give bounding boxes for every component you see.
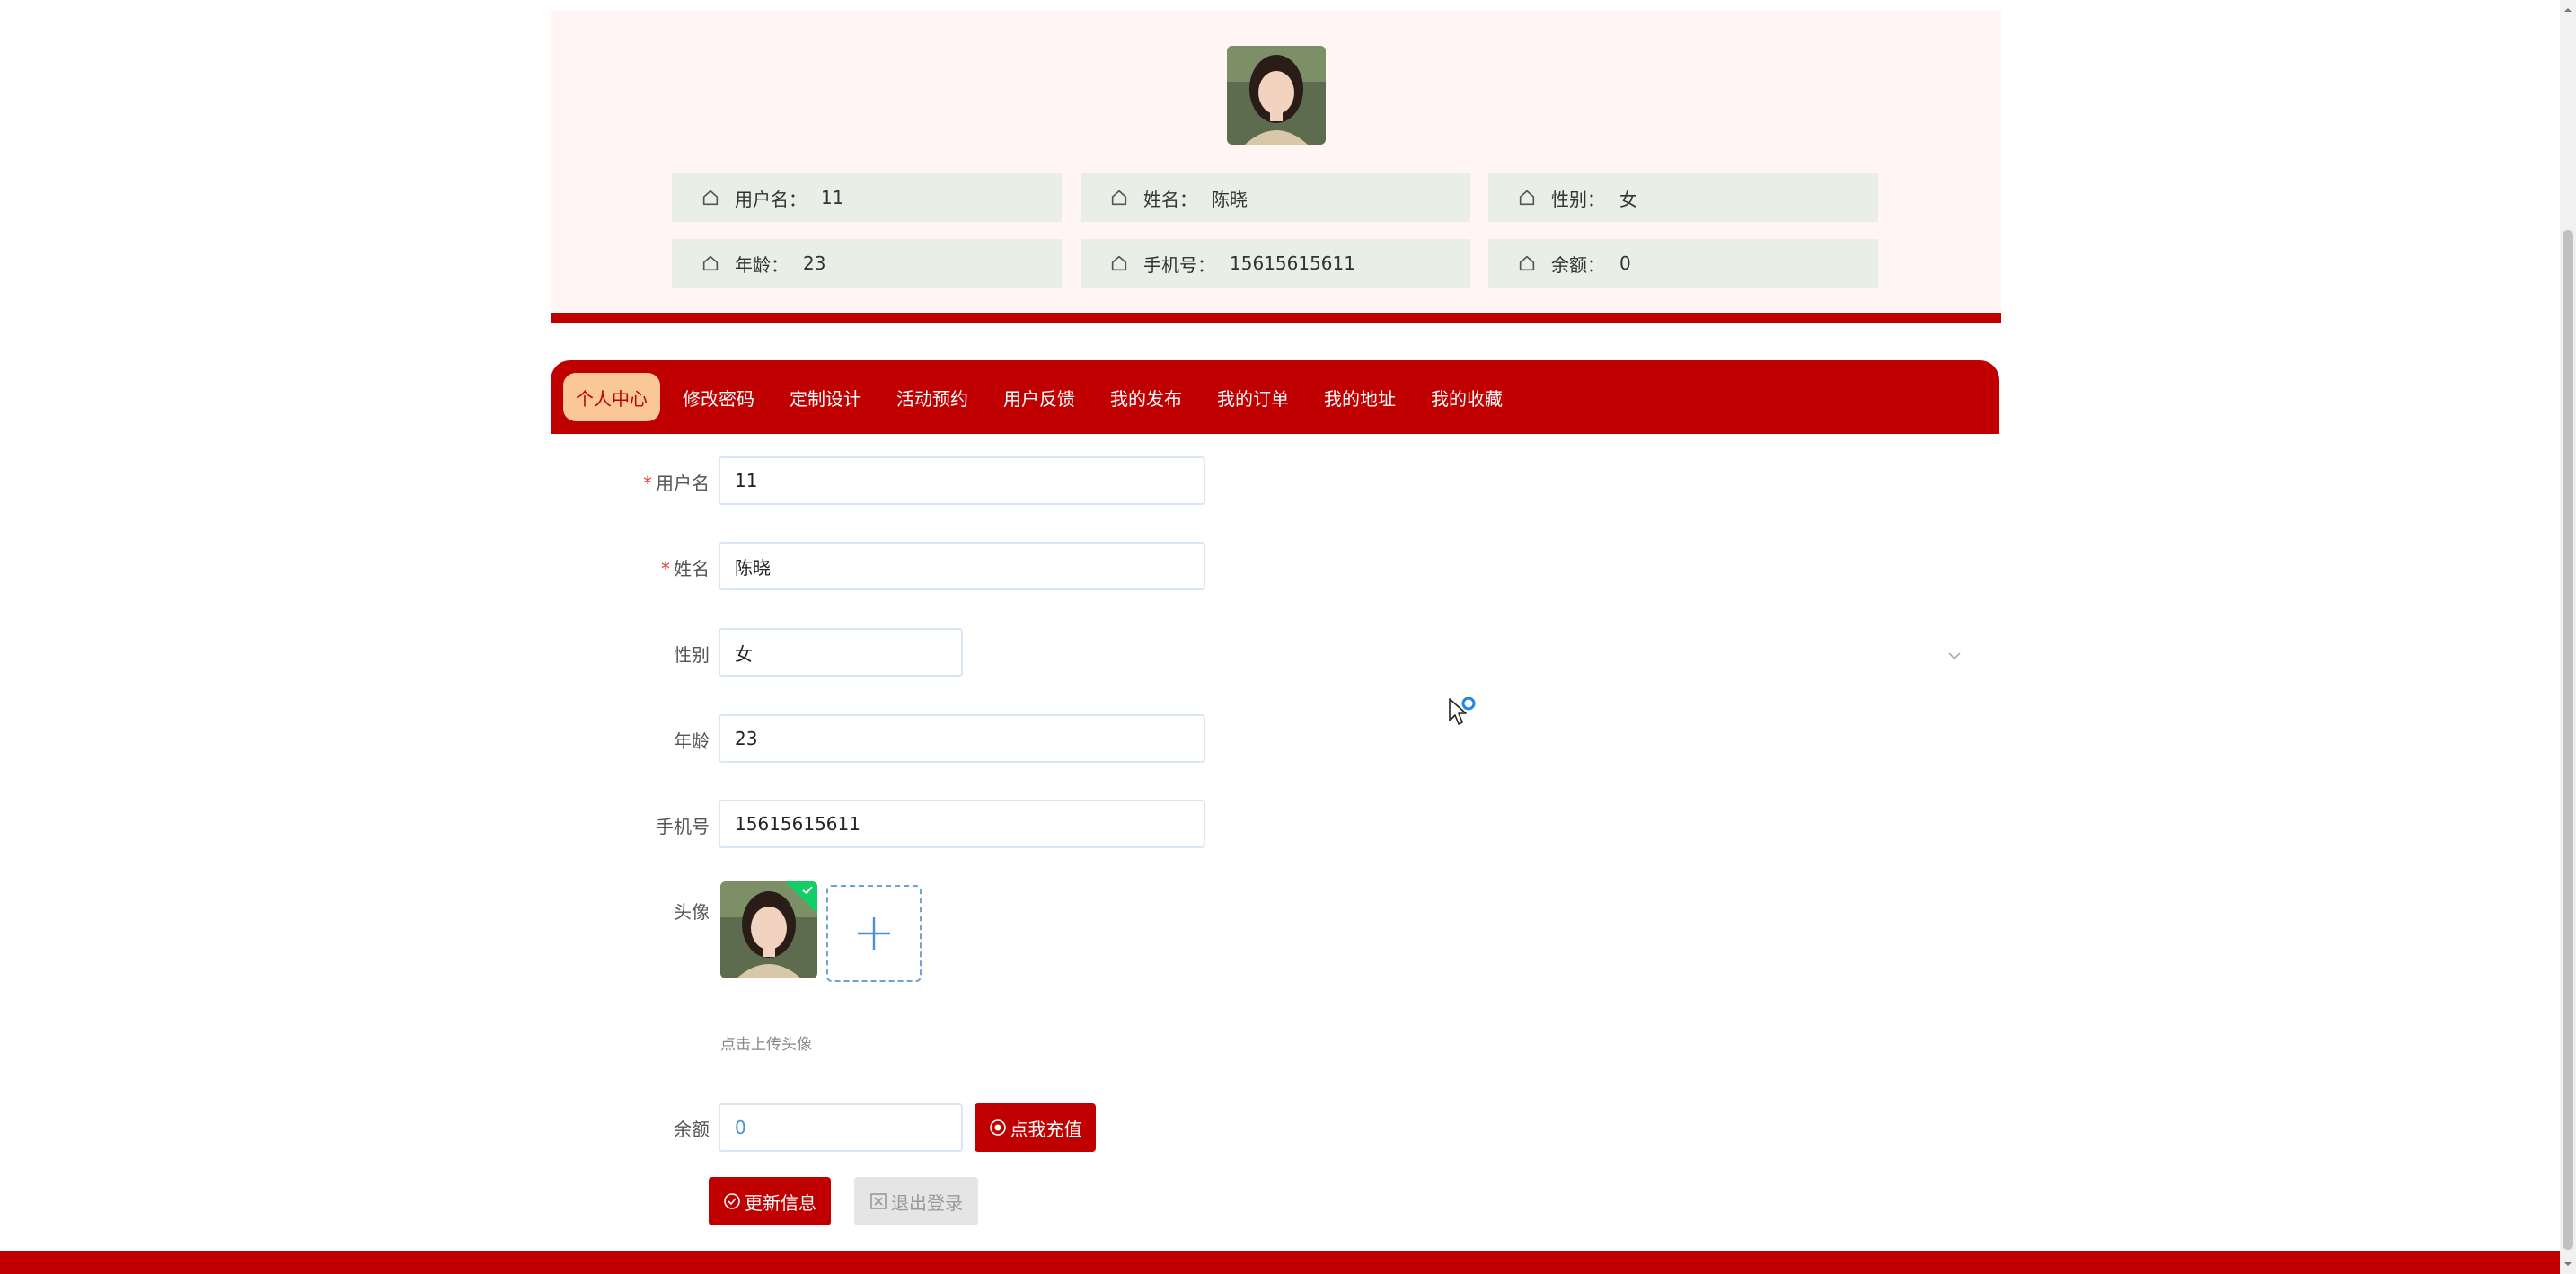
info-value: 23 — [803, 252, 826, 274]
username-field[interactable]: 11 — [719, 456, 1205, 505]
home-icon — [702, 190, 719, 206]
plus-icon — [858, 917, 890, 950]
home-icon — [702, 255, 719, 271]
phone-label: 手机号 — [656, 816, 710, 837]
tab-user-feedback[interactable]: 用户反馈 — [991, 373, 1088, 421]
info-phone: 手机号： 15615615611 — [1081, 239, 1470, 288]
tab-my-orders[interactable]: 我的订单 — [1204, 373, 1301, 421]
uploaded-avatar-thumbnail[interactable] — [720, 881, 817, 978]
info-balance: 余额： 0 — [1488, 239, 1878, 288]
upload-hint: 点击上传头像 — [720, 1036, 812, 1054]
scroll-up-icon[interactable] — [2562, 4, 2574, 16]
info-username: 用户名： 11 — [672, 173, 1062, 222]
info-value: 女 — [1619, 188, 1637, 210]
scrollbar-thumb[interactable] — [2563, 230, 2573, 1250]
tab-custom-design[interactable]: 定制设计 — [777, 373, 874, 421]
age-field[interactable]: 23 — [719, 714, 1205, 763]
info-age: 年龄： 23 — [672, 239, 1062, 288]
upload-avatar-button[interactable] — [826, 885, 922, 982]
tab-change-password[interactable]: 修改密码 — [670, 373, 767, 421]
info-value: 11 — [821, 187, 844, 208]
username-label: * 用户名 — [643, 473, 710, 494]
check-icon — [802, 886, 813, 895]
user-center-nav: 个人中心 修改密码 定制设计 活动预约 用户反馈 我的发布 我的订单 我的地址 … — [551, 360, 1999, 434]
mouse-cursor-icon — [1449, 697, 1476, 725]
balance-label: 余额 — [674, 1119, 710, 1140]
info-label: 性别： — [1551, 188, 1605, 210]
scroll-down-icon[interactable] — [2562, 1258, 2574, 1270]
home-icon — [1519, 190, 1535, 206]
tab-activity-booking[interactable]: 活动预约 — [884, 373, 981, 421]
footer-bar — [0, 1251, 2560, 1274]
profile-divider — [551, 313, 2001, 323]
recharge-button[interactable]: 点我充值 — [975, 1103, 1096, 1152]
circle-dot-icon — [989, 1119, 1006, 1136]
name-label: * 姓名 — [661, 558, 710, 579]
phone-field[interactable]: 15615615611 — [719, 800, 1205, 848]
info-label: 用户名： — [735, 188, 807, 210]
info-value: 0 — [1619, 252, 1631, 274]
tab-my-favorites[interactable]: 我的收藏 — [1418, 373, 1515, 421]
update-info-button[interactable]: 更新信息 — [709, 1177, 831, 1225]
avatar-label: 头像 — [674, 901, 710, 923]
info-label: 年龄： — [735, 253, 789, 276]
info-label: 余额： — [1551, 253, 1605, 276]
close-square-icon — [870, 1193, 887, 1209]
info-name: 姓名： 陈晓 — [1081, 173, 1470, 222]
home-icon — [1111, 190, 1127, 206]
info-label: 手机号： — [1143, 253, 1215, 276]
home-icon — [1519, 255, 1535, 271]
info-value: 陈晓 — [1212, 188, 1248, 210]
gender-label: 性别 — [674, 644, 710, 666]
chevron-down-icon[interactable] — [1945, 647, 1963, 665]
tab-personal-center[interactable]: 个人中心 — [563, 373, 660, 421]
profile-avatar — [1227, 46, 1326, 145]
name-field[interactable]: 陈晓 — [719, 542, 1205, 590]
tab-my-address[interactable]: 我的地址 — [1311, 373, 1408, 421]
tab-my-posts[interactable]: 我的发布 — [1098, 373, 1195, 421]
age-label: 年龄 — [674, 730, 710, 752]
home-icon — [1111, 255, 1127, 271]
logout-button[interactable]: 退出登录 — [854, 1177, 978, 1225]
info-gender: 性别： 女 — [1488, 173, 1878, 222]
info-value: 15615615611 — [1230, 252, 1355, 274]
balance-field[interactable]: 0 — [719, 1103, 963, 1152]
check-circle-icon — [724, 1193, 740, 1209]
gender-select[interactable]: 女 — [719, 628, 963, 677]
info-label: 姓名： — [1143, 188, 1197, 210]
